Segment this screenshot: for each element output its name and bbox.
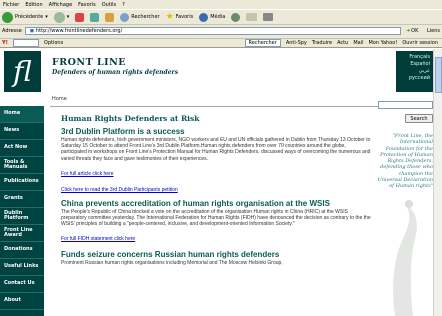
article-2-title[interactable]: China prevents accreditation of human ri… <box>61 199 371 208</box>
yahoo-search-input[interactable] <box>12 39 39 47</box>
home-icon <box>105 12 115 22</box>
sidebar-nav: Home News Act Now Tools & Manuals Public… <box>0 106 44 316</box>
back-button[interactable]: Précédente ▾ <box>2 11 48 23</box>
address-label: Adresse <box>2 27 22 34</box>
site-brand: FRONT LINE Defenders of human rights def… <box>52 57 178 76</box>
media-icon <box>199 12 209 22</box>
nav-links[interactable]: Useful Links <box>0 259 44 276</box>
refresh-button[interactable] <box>90 12 100 22</box>
yahoo-traduire[interactable]: Traduire <box>312 40 332 46</box>
go-arrow-icon: ➜ <box>405 27 411 34</box>
yahoo-my[interactable]: Mon Yahoo! <box>368 40 397 46</box>
menu-outils[interactable]: Outils <box>102 2 116 8</box>
article-1-link[interactable]: For full article click here <box>61 171 371 177</box>
divider <box>50 106 386 107</box>
nav-grants[interactable]: Grants <box>0 191 44 208</box>
nav-act-now[interactable]: Act Now <box>0 140 44 157</box>
home-button[interactable] <box>105 12 115 22</box>
menu-fichier[interactable]: Fichier <box>3 2 19 8</box>
article-1-title[interactable]: 3rd Dublin Platform is a success <box>61 127 371 136</box>
stop-button[interactable] <box>75 12 85 22</box>
print-icon <box>263 13 274 21</box>
site-subtitle: Defenders of human rights defenders <box>52 69 179 76</box>
history-icon <box>231 12 241 22</box>
menu-help[interactable]: ? <box>122 2 125 8</box>
main-content: Human Rights Defenders at Risk 3rd Dubli… <box>61 108 371 267</box>
nav-about[interactable]: About <box>0 293 44 310</box>
language-menu: Français Español عربي русский <box>396 51 433 92</box>
mail-icon <box>246 13 258 21</box>
article-3-text: Prominent Russian human rights organisat… <box>61 260 283 267</box>
media-button[interactable]: Média <box>199 12 225 22</box>
go-button[interactable]: ➜ OK <box>406 27 424 35</box>
page-title: Human Rights Defenders at Risk <box>61 114 200 123</box>
article-3-title[interactable]: Funds seizure concerns Russian human rig… <box>61 250 371 259</box>
yahoo-session[interactable]: Ouvrir session <box>402 40 438 46</box>
yahoo-logo[interactable]: Y! <box>2 40 8 46</box>
nav-home[interactable]: Home <box>0 106 44 123</box>
back-arrow-icon <box>2 11 13 23</box>
yahoo-search-button[interactable]: Rechercher <box>244 39 281 47</box>
toolbar: Précédente ▾ ▾ Rechercher ★ Favoris Média <box>0 9 442 25</box>
nav-news[interactable]: News <box>0 123 44 140</box>
site-search-input[interactable] <box>378 101 433 109</box>
favorites-button[interactable]: ★ Favoris <box>166 12 194 22</box>
lang-arabic[interactable]: عربي <box>419 68 430 74</box>
site-title: FRONT LINE <box>52 57 127 68</box>
lang-francais[interactable]: Français <box>409 54 430 60</box>
petition-link[interactable]: Click here to read the 3rd Dublin Partic… <box>61 187 371 193</box>
yahoo-antispy[interactable]: Anti-Spy <box>286 40 307 46</box>
breadcrumb[interactable]: Home <box>52 96 67 102</box>
yahoo-options[interactable]: Options <box>44 40 63 46</box>
menu-bar: Fichier Edition Affichage Favoris Outils… <box>0 0 442 9</box>
address-bar: Adresse ◼ http://www.frontlinedefenders.o… <box>0 25 442 36</box>
yahoo-mail[interactable]: Mail <box>353 40 363 46</box>
search-button[interactable]: Rechercher <box>120 12 160 22</box>
article-2-link[interactable]: For full FIDH statement click here <box>61 236 371 242</box>
site-search-button[interactable]: Search <box>405 114 433 123</box>
stop-icon <box>75 12 85 22</box>
nav-contact[interactable]: Contact Us <box>0 276 44 293</box>
star-icon: ★ <box>165 12 174 22</box>
address-input[interactable]: ◼ http://www.frontlinedefenders.org/ <box>24 26 401 35</box>
refresh-icon <box>90 12 100 22</box>
scroll-thumb[interactable] <box>435 57 442 93</box>
menu-affichage[interactable]: Affichage <box>49 2 73 8</box>
article-1-text: Human rights defenders, Irish government… <box>61 137 371 162</box>
article-2-text: The People's Republic of China blocked a… <box>61 208 371 228</box>
links-label[interactable]: Liens <box>427 28 440 34</box>
search-icon <box>120 12 130 22</box>
history-button[interactable] <box>231 12 241 22</box>
mail-button[interactable] <box>246 13 258 21</box>
lang-russian[interactable]: русский <box>409 75 430 81</box>
lang-espanol[interactable]: Español <box>410 61 430 67</box>
print-button[interactable] <box>263 13 274 21</box>
nav-award[interactable]: Front Line Award <box>0 225 44 242</box>
menu-edition[interactable]: Edition <box>25 2 42 8</box>
nav-tools[interactable]: Tools & Manuals <box>0 157 44 174</box>
vertical-scrollbar[interactable] <box>433 49 442 316</box>
front-line-logo[interactable]: fl <box>4 51 41 92</box>
nav-donations[interactable]: Donations <box>0 242 44 259</box>
yahoo-news[interactable]: Actu <box>337 40 348 46</box>
mission-quote: "Front Line, the International Foundatio… <box>377 133 433 190</box>
yahoo-toolbar: Y! Options Rechercher Anti-Spy Traduire … <box>0 38 442 48</box>
forward-button[interactable]: ▾ <box>53 11 69 23</box>
nav-dublin[interactable]: Dublin Platform <box>0 208 44 225</box>
menu-favoris[interactable]: Favoris <box>78 2 96 8</box>
forward-arrow-icon <box>53 11 65 23</box>
page-icon: ◼ <box>29 27 34 34</box>
nav-publications[interactable]: Publications <box>0 174 44 191</box>
figure-illustration <box>393 200 417 316</box>
